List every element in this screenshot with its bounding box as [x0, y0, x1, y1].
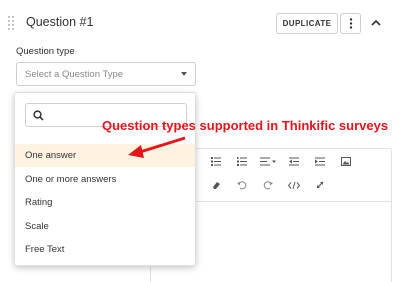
question-type-label: Question type — [16, 46, 75, 57]
question-title: Question #1 — [26, 15, 94, 29]
option-one-answer[interactable]: One answer — [15, 144, 195, 167]
option-scale[interactable]: Scale — [15, 215, 195, 238]
bulleted-list-icon[interactable] — [209, 157, 223, 169]
outdent-icon[interactable] — [287, 157, 301, 169]
drag-handle-icon[interactable] — [8, 16, 16, 30]
caret-down-icon — [181, 72, 187, 76]
question-type-placeholder: Select a Question Type — [25, 68, 124, 80]
question-type-select[interactable]: Select a Question Type — [16, 62, 196, 86]
collapse-button[interactable] — [369, 16, 383, 30]
undo-icon[interactable] — [235, 181, 249, 193]
chevron-up-icon — [371, 19, 381, 26]
numbered-list-icon[interactable] — [235, 157, 249, 169]
option-free-text[interactable]: Free Text — [15, 238, 195, 261]
code-icon[interactable] — [287, 181, 301, 193]
redo-icon[interactable] — [261, 181, 275, 193]
annotation-label: Question types supported in Thinkific su… — [102, 118, 389, 133]
eraser-icon[interactable] — [209, 181, 223, 193]
search-icon — [33, 110, 44, 121]
align-left-icon[interactable] — [259, 157, 279, 169]
indent-icon[interactable] — [313, 157, 327, 169]
vertical-dots-icon — [349, 18, 352, 29]
option-one-or-more-answers[interactable]: One or more answers — [15, 168, 195, 191]
duplicate-button[interactable]: DUPLICATE — [276, 13, 338, 34]
more-options-button[interactable] — [340, 13, 361, 34]
image-icon[interactable] — [339, 157, 353, 169]
fullscreen-icon[interactable] — [313, 181, 327, 193]
option-rating[interactable]: Rating — [15, 191, 195, 214]
